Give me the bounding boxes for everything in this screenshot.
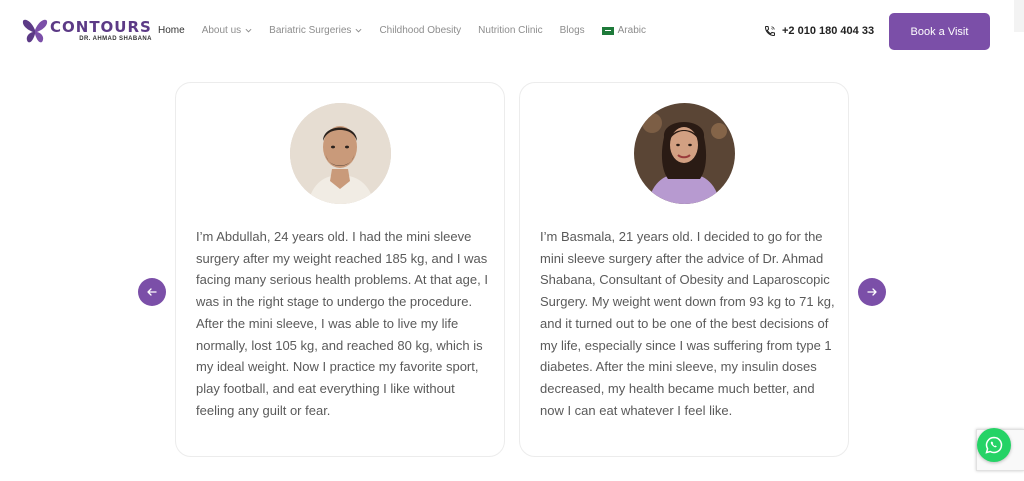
whatsapp-button[interactable] — [977, 428, 1011, 462]
phone-number: +2 010 180 404 33 — [782, 25, 875, 37]
man-portrait-icon — [290, 103, 391, 204]
butterfly-logo-icon — [22, 19, 48, 43]
nav-item-bariatric-surgeries[interactable]: Bariatric Surgeries — [269, 25, 362, 36]
carousel-next-button[interactable] — [858, 278, 886, 306]
chevron-down-icon — [245, 28, 252, 33]
testimonial-text: I’m Abdullah, 24 years old. I had the mi… — [196, 229, 488, 418]
nav-item-blogs[interactable]: Blogs — [560, 25, 585, 36]
book-a-visit-button[interactable]: Book a Visit — [889, 13, 990, 50]
brand-name: CONTOURS — [50, 18, 152, 36]
phone-icon — [764, 26, 775, 37]
nav-item-home[interactable]: Home — [158, 25, 185, 36]
main-nav: Home About us Bariatric Surgeries Childh… — [158, 25, 663, 36]
nav-item-label: Nutrition Clinic — [478, 25, 543, 36]
logo[interactable]: CONTOURS DR. AHMAD SHABANA — [22, 18, 152, 44]
avatar — [634, 103, 735, 204]
nav-item-label: Blogs — [559, 25, 585, 36]
arrow-left-icon — [147, 288, 157, 296]
nav-item-label: About us — [201, 25, 242, 36]
nav-item-label: Arabic — [617, 25, 646, 36]
arrow-right-icon — [867, 288, 877, 296]
nav-item-label: Home — [158, 25, 185, 36]
scrollbar[interactable] — [1014, 0, 1024, 32]
chevron-down-icon — [355, 28, 362, 33]
testimonial-text: I’m Basmala, 21 years old. I decided to … — [540, 229, 835, 418]
testimonial-card: I’m Abdullah, 24 years old. I had the mi… — [175, 82, 505, 457]
phone-link[interactable]: +2 010 180 404 33 — [764, 25, 874, 37]
carousel-prev-button[interactable] — [138, 278, 166, 306]
site-header: CONTOURS DR. AHMAD SHABANA Home About us… — [0, 0, 1024, 64]
nav-item-arabic[interactable]: Arabic — [601, 25, 646, 36]
nav-item-label: Bariatric Surgeries — [269, 25, 352, 36]
woman-portrait-icon — [634, 103, 735, 204]
saudi-flag-icon — [601, 26, 614, 35]
nav-item-childhood-obesity[interactable]: Childhood Obesity — [379, 25, 461, 36]
brand-subtitle: DR. AHMAD SHABANA — [79, 36, 152, 42]
avatar — [290, 103, 391, 204]
testimonial-card: I’m Basmala, 21 years old. I decided to … — [519, 82, 849, 457]
nav-item-nutrition-clinic[interactable]: Nutrition Clinic — [478, 25, 542, 36]
whatsapp-icon — [985, 436, 1003, 454]
nav-item-label: Childhood Obesity — [379, 25, 462, 36]
nav-item-about-us[interactable]: About us — [202, 25, 252, 36]
